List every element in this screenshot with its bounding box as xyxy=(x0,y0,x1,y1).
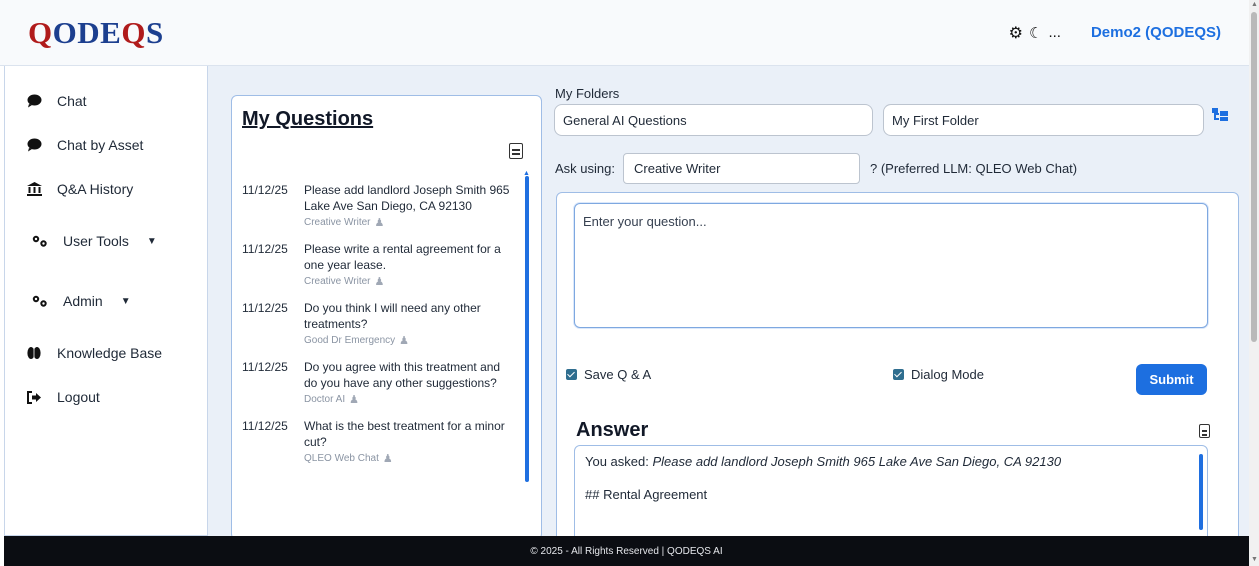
question-model: Creative Writer xyxy=(304,217,371,228)
question-date: 11/12/25 xyxy=(242,301,288,315)
checkbox-checked-icon[interactable] xyxy=(893,369,904,380)
main-content: My Questions ▲ 11/12/25 Please add landl… xyxy=(208,66,1249,545)
my-questions-title: My Questions xyxy=(242,108,374,130)
question-list: 11/12/25 Please add landlord Joseph Smit… xyxy=(242,182,522,477)
sidebar: Chat Chat by Asset Q&A History User Tool… xyxy=(4,66,208,536)
bank-icon xyxy=(25,182,43,196)
app-logo[interactable]: QODEQS xyxy=(28,15,164,51)
folder-select-first[interactable]: My First Folder xyxy=(883,104,1204,136)
copy-answer-icon[interactable] xyxy=(1199,424,1210,438)
question-textarea[interactable]: Enter your question... xyxy=(574,203,1208,328)
more-theme-options[interactable]: ... xyxy=(1048,24,1061,41)
logo-letters: ODE xyxy=(52,14,122,50)
list-item[interactable]: 11/12/25 Please add landlord Joseph Smit… xyxy=(242,182,522,229)
my-folders-label: My Folders xyxy=(555,86,620,101)
list-item[interactable]: 11/12/25 Do you agree with this treatmen… xyxy=(242,359,522,406)
asked-prefix: You asked: xyxy=(585,454,649,469)
folder-select-general[interactable]: General AI Questions xyxy=(554,104,873,136)
scrollbar-thumb[interactable] xyxy=(1251,12,1257,342)
question-text[interactable]: Do you agree with this treatment and do … xyxy=(304,359,514,391)
question-date: 11/12/25 xyxy=(242,419,288,433)
dialog-mode-checkbox[interactable]: Dialog Mode xyxy=(893,367,984,382)
sidebar-item-label: Q&A History xyxy=(57,181,134,197)
list-item[interactable]: 11/12/25 Please write a rental agreement… xyxy=(242,241,522,288)
sidebar-item-label: User Tools xyxy=(63,233,129,249)
scroll-up-arrow-icon[interactable]: ▲ xyxy=(1251,1,1258,8)
question-model: QLEO Web Chat xyxy=(304,453,379,464)
logout-icon xyxy=(25,390,43,404)
question-date: 11/12/25 xyxy=(242,183,288,197)
submit-button[interactable]: Submit xyxy=(1136,364,1207,395)
logo-letter: Q xyxy=(121,14,146,50)
chat-bubble-icon xyxy=(25,138,43,152)
ask-using-label: Ask using: xyxy=(555,161,615,176)
sidebar-item-chat[interactable]: Chat xyxy=(5,79,207,123)
sidebar-item-label: Chat by Asset xyxy=(57,137,144,153)
window-scrollbar[interactable]: ▲ ▼ xyxy=(1249,0,1259,566)
my-questions-panel: My Questions ▲ 11/12/25 Please add landl… xyxy=(231,95,542,540)
sidebar-item-user-tools[interactable]: User Tools ▼ xyxy=(5,211,207,271)
share-users-icon[interactable]: ♟ xyxy=(349,393,359,406)
sidebar-item-chat-by-asset[interactable]: Chat by Asset xyxy=(5,123,207,167)
theme-switcher[interactable]: ⚙ ☾ ... xyxy=(1009,23,1061,43)
preferred-llm-text: ? (Preferred LLM: QLEO Web Chat) xyxy=(870,161,1078,176)
share-users-icon[interactable]: ♟ xyxy=(399,334,409,347)
gears-icon xyxy=(31,234,49,248)
logo-letter: S xyxy=(145,14,164,50)
ask-using-select[interactable]: Creative Writer xyxy=(623,153,860,184)
user-menu-link[interactable]: Demo2 (QODEQS) xyxy=(1091,24,1221,41)
asked-question: Please add landlord Joseph Smith 965 Lak… xyxy=(652,454,1062,469)
caret-down-icon: ▼ xyxy=(146,235,157,247)
answer-scrollbar[interactable] xyxy=(1199,454,1203,530)
sidebar-item-label: Logout xyxy=(57,389,100,405)
question-date: 11/12/25 xyxy=(242,242,288,256)
checkbox-checked-icon[interactable] xyxy=(566,369,577,380)
question-text[interactable]: Please write a rental agreement for a on… xyxy=(304,241,514,273)
save-qa-label: Save Q & A xyxy=(584,367,652,382)
share-users-icon[interactable]: ♟ xyxy=(375,275,385,288)
question-text[interactable]: Please add landlord Joseph Smith 965 Lak… xyxy=(304,182,514,214)
header-right: ⚙ ☾ ... Demo2 (QODEQS) xyxy=(1009,23,1221,43)
answer-heading-line: ## Rental Agreement xyxy=(585,487,708,502)
sidebar-item-admin[interactable]: Admin ▼ xyxy=(5,271,207,331)
question-text[interactable]: What is the best treatment for a minor c… xyxy=(304,418,514,450)
footer: © 2025 - All Rights Reserved | QODEQS AI xyxy=(4,536,1249,566)
export-document-icon[interactable] xyxy=(509,143,523,159)
sun-icon[interactable]: ⚙ xyxy=(1009,23,1023,43)
caret-down-icon: ▼ xyxy=(120,295,131,307)
sidebar-item-label: Admin xyxy=(63,293,103,309)
save-qa-checkbox[interactable]: Save Q & A xyxy=(566,367,651,382)
question-model: Creative Writer xyxy=(304,276,371,287)
app-header: QODEQS ⚙ ☾ ... Demo2 (QODEQS) xyxy=(0,0,1249,66)
scroll-down-arrow-icon[interactable]: ▼ xyxy=(1251,556,1258,563)
answer-box[interactable]: You asked: Please add landlord Joseph Sm… xyxy=(574,445,1208,545)
question-text[interactable]: Do you think I will need any other treat… xyxy=(304,300,514,332)
sidebar-item-qa-history[interactable]: Q&A History xyxy=(5,167,207,211)
answer-title: Answer xyxy=(576,419,649,441)
sidebar-item-label: Chat xyxy=(57,93,87,109)
brain-icon xyxy=(25,346,43,360)
sidebar-item-logout[interactable]: Logout xyxy=(5,375,207,419)
question-model: Good Dr Emergency xyxy=(304,335,396,346)
sidebar-item-label: Knowledge Base xyxy=(57,345,163,361)
question-card: Enter your question... Save Q & A Dialog… xyxy=(556,192,1239,545)
chat-bubble-icon xyxy=(25,94,43,108)
logo-letter: Q xyxy=(28,14,53,50)
list-item[interactable]: 11/12/25 What is the best treatment for … xyxy=(242,418,522,465)
share-users-icon[interactable]: ♟ xyxy=(383,452,393,465)
sidebar-item-knowledge-base[interactable]: Knowledge Base xyxy=(5,331,207,375)
gears-icon xyxy=(31,294,49,308)
answer-asked-line: You asked: Please add landlord Joseph Sm… xyxy=(585,454,1197,469)
questions-scrollbar[interactable] xyxy=(525,176,529,482)
moon-icon[interactable]: ☾ xyxy=(1029,24,1042,42)
folder-tree-icon[interactable] xyxy=(1212,108,1228,122)
question-model: Doctor AI xyxy=(304,394,346,405)
question-date: 11/12/25 xyxy=(242,360,288,374)
share-users-icon[interactable]: ♟ xyxy=(375,216,385,229)
list-item[interactable]: 11/12/25 Do you think I will need any ot… xyxy=(242,300,522,347)
dialog-mode-label: Dialog Mode xyxy=(911,367,984,382)
